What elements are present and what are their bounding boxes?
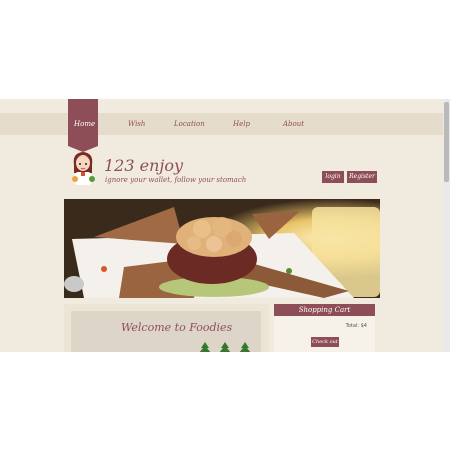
christmas-tree-icon [219, 342, 231, 352]
register-button[interactable]: Register [347, 171, 377, 183]
nav-item-about[interactable]: About [283, 120, 304, 128]
welcome-panel: Welcome to Foodies [64, 304, 269, 352]
site-title: 123 enjoy [104, 156, 184, 175]
nav-active-tab-home[interactable]: Home [68, 99, 98, 152]
christmas-tree-icon [239, 342, 251, 352]
welcome-title: Welcome to Foodies [121, 321, 233, 334]
checkout-button[interactable]: Check out [311, 337, 339, 347]
welcome-inner: Welcome to Foodies [71, 311, 261, 352]
nav-item-home[interactable]: Home [74, 120, 95, 128]
shopping-cart-panel: Shopping Cart Total: $4 Check out [274, 304, 375, 352]
nav-item-help[interactable]: Help [233, 120, 250, 128]
site-tagline: ignore your wallet, follow your stomach [105, 176, 247, 184]
cart-total: Total: $4 [345, 323, 367, 329]
login-button[interactable]: login [322, 171, 344, 183]
vertical-scrollbar[interactable] [443, 99, 450, 352]
hero-food-image [64, 199, 380, 298]
christmas-tree-icon [199, 342, 211, 352]
chef-avatar-icon [72, 152, 95, 185]
nav-bar [0, 113, 443, 135]
nav-item-location[interactable]: Location [174, 120, 205, 128]
cart-title: Shopping Cart [274, 304, 375, 316]
nav-item-wish[interactable]: Wish [128, 120, 145, 128]
browser-viewport: Home Wish Location Help About 123 enjoy … [0, 99, 450, 352]
scrollbar-thumb[interactable] [444, 102, 449, 182]
